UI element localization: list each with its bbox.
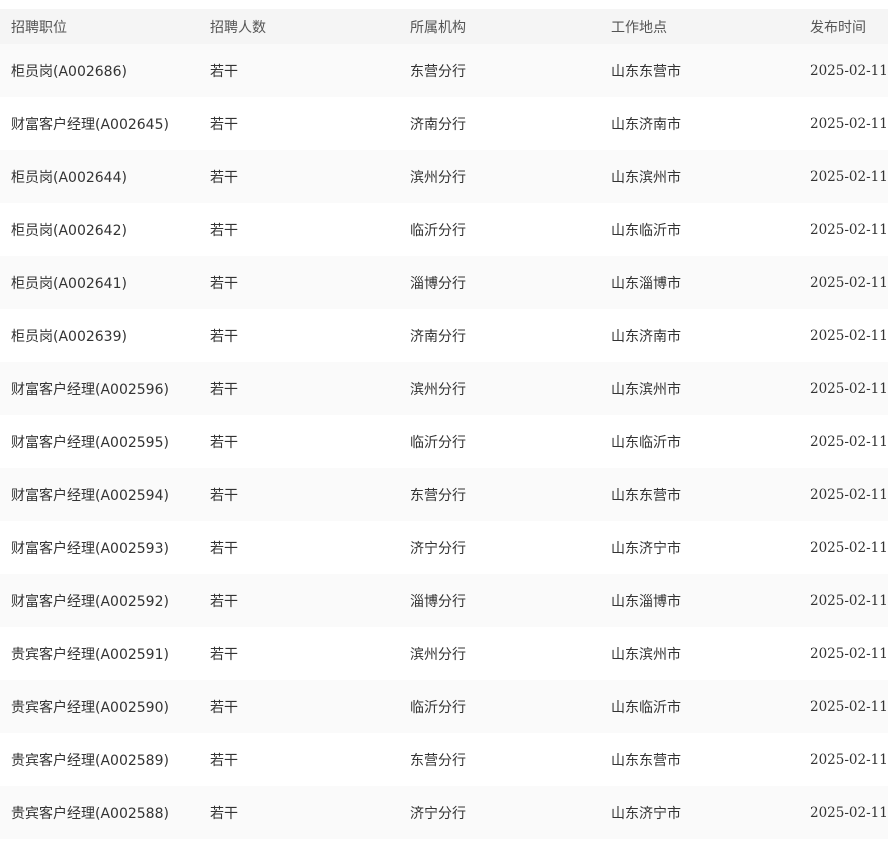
cell-count: 若干 <box>210 752 238 769</box>
cell-position[interactable]: 财富客户经理(A002595) <box>11 432 169 452</box>
cell-org: 滨州分行 <box>410 169 466 186</box>
cell-position[interactable]: 柜员岗(A002644) <box>11 167 127 187</box>
cell-date: 2025-02-11 <box>810 592 888 609</box>
cell-org: 济南分行 <box>410 116 466 133</box>
table-row[interactable]: 贵宾客户经理(A002591) 若干 滨州分行 山东滨州市 2025-02-11 <box>0 627 888 680</box>
cell-org: 济南分行 <box>410 328 466 345</box>
cell-org: 滨州分行 <box>410 381 466 398</box>
cell-date: 2025-02-11 <box>810 804 888 821</box>
cell-org: 济宁分行 <box>410 805 466 822</box>
cell-org: 济宁分行 <box>410 540 466 557</box>
cell-position[interactable]: 财富客户经理(A002596) <box>11 379 169 399</box>
table-row[interactable]: 财富客户经理(A002596) 若干 滨州分行 山东滨州市 2025-02-11 <box>0 362 888 415</box>
cell-org: 临沂分行 <box>410 222 466 239</box>
table-header: 招聘职位 招聘人数 所属机构 工作地点 发布时间 <box>0 9 888 44</box>
cell-date: 2025-02-11 <box>810 698 888 715</box>
cell-org: 东营分行 <box>410 487 466 504</box>
table-row[interactable]: 贵宾客户经理(A002589) 若干 东营分行 山东东营市 2025-02-11 <box>0 733 888 786</box>
cell-location: 山东滨州市 <box>611 169 681 186</box>
cell-location: 山东东营市 <box>611 487 681 504</box>
cell-date: 2025-02-11 <box>810 486 888 503</box>
cell-count: 若干 <box>210 593 238 610</box>
cell-date: 2025-02-11 <box>810 115 888 132</box>
cell-position[interactable]: 贵宾客户经理(A002588) <box>11 803 169 823</box>
cell-position[interactable]: 贵宾客户经理(A002590) <box>11 697 169 717</box>
cell-count: 若干 <box>210 169 238 186</box>
cell-location: 山东济宁市 <box>611 540 681 557</box>
cell-org: 东营分行 <box>410 752 466 769</box>
cell-date: 2025-02-11 <box>810 221 888 238</box>
table-row[interactable]: 财富客户经理(A002645) 若干 济南分行 山东济南市 2025-02-11 <box>0 97 888 150</box>
cell-location: 山东滨州市 <box>611 646 681 663</box>
table-row[interactable]: 财富客户经理(A002594) 若干 东营分行 山东东营市 2025-02-11 <box>0 468 888 521</box>
cell-count: 若干 <box>210 805 238 822</box>
table-row[interactable]: 贵宾客户经理(A002590) 若干 临沂分行 山东临沂市 2025-02-11 <box>0 680 888 733</box>
header-position: 招聘职位 <box>11 19 67 36</box>
table-row[interactable]: 财富客户经理(A002595) 若干 临沂分行 山东临沂市 2025-02-11 <box>0 415 888 468</box>
cell-location: 山东淄博市 <box>611 593 681 610</box>
table-row[interactable]: 柜员岗(A002639) 若干 济南分行 山东济南市 2025-02-11 <box>0 309 888 362</box>
table-row[interactable]: 柜员岗(A002641) 若干 淄博分行 山东淄博市 2025-02-11 <box>0 256 888 309</box>
cell-location: 山东东营市 <box>611 752 681 769</box>
table-row[interactable]: 柜员岗(A002644) 若干 滨州分行 山东滨州市 2025-02-11 <box>0 150 888 203</box>
cell-location: 山东济南市 <box>611 116 681 133</box>
cell-org: 东营分行 <box>410 63 466 80</box>
cell-location: 山东济南市 <box>611 328 681 345</box>
cell-date: 2025-02-11 <box>810 751 888 768</box>
cell-position[interactable]: 财富客户经理(A002592) <box>11 591 169 611</box>
cell-count: 若干 <box>210 63 238 80</box>
cell-location: 山东济宁市 <box>611 805 681 822</box>
cell-location: 山东淄博市 <box>611 275 681 292</box>
cell-date: 2025-02-11 <box>810 433 888 450</box>
cell-position[interactable]: 贵宾客户经理(A002591) <box>11 644 169 664</box>
cell-date: 2025-02-11 <box>810 327 888 344</box>
cell-date: 2025-02-11 <box>810 62 888 79</box>
cell-count: 若干 <box>210 487 238 504</box>
table-row[interactable]: 柜员岗(A002686) 若干 东营分行 山东东营市 2025-02-11 <box>0 44 888 97</box>
cell-count: 若干 <box>210 434 238 451</box>
cell-count: 若干 <box>210 328 238 345</box>
cell-location: 山东临沂市 <box>611 699 681 716</box>
cell-count: 若干 <box>210 116 238 133</box>
cell-date: 2025-02-11 <box>810 274 888 291</box>
cell-org: 临沂分行 <box>410 434 466 451</box>
cell-position[interactable]: 柜员岗(A002639) <box>11 326 127 346</box>
cell-position[interactable]: 财富客户经理(A002645) <box>11 114 169 134</box>
table-row[interactable]: 贵宾客户经理(A002588) 若干 济宁分行 山东济宁市 2025-02-11 <box>0 786 888 839</box>
cell-count: 若干 <box>210 646 238 663</box>
cell-org: 淄博分行 <box>410 275 466 292</box>
cell-position[interactable]: 财富客户经理(A002593) <box>11 538 169 558</box>
cell-position[interactable]: 贵宾客户经理(A002589) <box>11 750 169 770</box>
cell-date: 2025-02-11 <box>810 168 888 185</box>
header-location: 工作地点 <box>611 19 667 36</box>
table-body: 柜员岗(A002686) 若干 东营分行 山东东营市 2025-02-11 财富客户经理(… <box>0 44 888 839</box>
cell-location: 山东临沂市 <box>611 434 681 451</box>
cell-count: 若干 <box>210 222 238 239</box>
cell-location: 山东东营市 <box>611 63 681 80</box>
table-row[interactable]: 柜员岗(A002642) 若干 临沂分行 山东临沂市 2025-02-11 <box>0 203 888 256</box>
cell-position[interactable]: 柜员岗(A002686) <box>11 61 127 81</box>
cell-org: 滨州分行 <box>410 646 466 663</box>
cell-date: 2025-02-11 <box>810 539 888 556</box>
cell-position[interactable]: 财富客户经理(A002594) <box>11 485 169 505</box>
cell-location: 山东临沂市 <box>611 222 681 239</box>
cell-count: 若干 <box>210 381 238 398</box>
job-listing-table: 招聘职位 招聘人数 所属机构 工作地点 发布时间 柜员岗(A002686) 若干东… <box>0 0 888 843</box>
cell-date: 2025-02-11 <box>810 645 888 662</box>
header-date: 发布时间 <box>810 19 866 36</box>
cell-count: 若干 <box>210 540 238 557</box>
table-row[interactable]: 财富客户经理(A002593) 若干 济宁分行 山东济宁市 2025-02-11 <box>0 521 888 574</box>
cell-count: 若干 <box>210 275 238 292</box>
header-count: 招聘人数 <box>210 19 266 36</box>
cell-count: 若干 <box>210 699 238 716</box>
cell-org: 临沂分行 <box>410 699 466 716</box>
cell-position[interactable]: 柜员岗(A002642) <box>11 220 127 240</box>
cell-location: 山东滨州市 <box>611 381 681 398</box>
header-org: 所属机构 <box>410 19 466 36</box>
cell-org: 淄博分行 <box>410 593 466 610</box>
table-row[interactable]: 财富客户经理(A002592) 若干 淄博分行 山东淄博市 2025-02-11 <box>0 574 888 627</box>
cell-position[interactable]: 柜员岗(A002641) <box>11 273 127 293</box>
cell-date: 2025-02-11 <box>810 380 888 397</box>
